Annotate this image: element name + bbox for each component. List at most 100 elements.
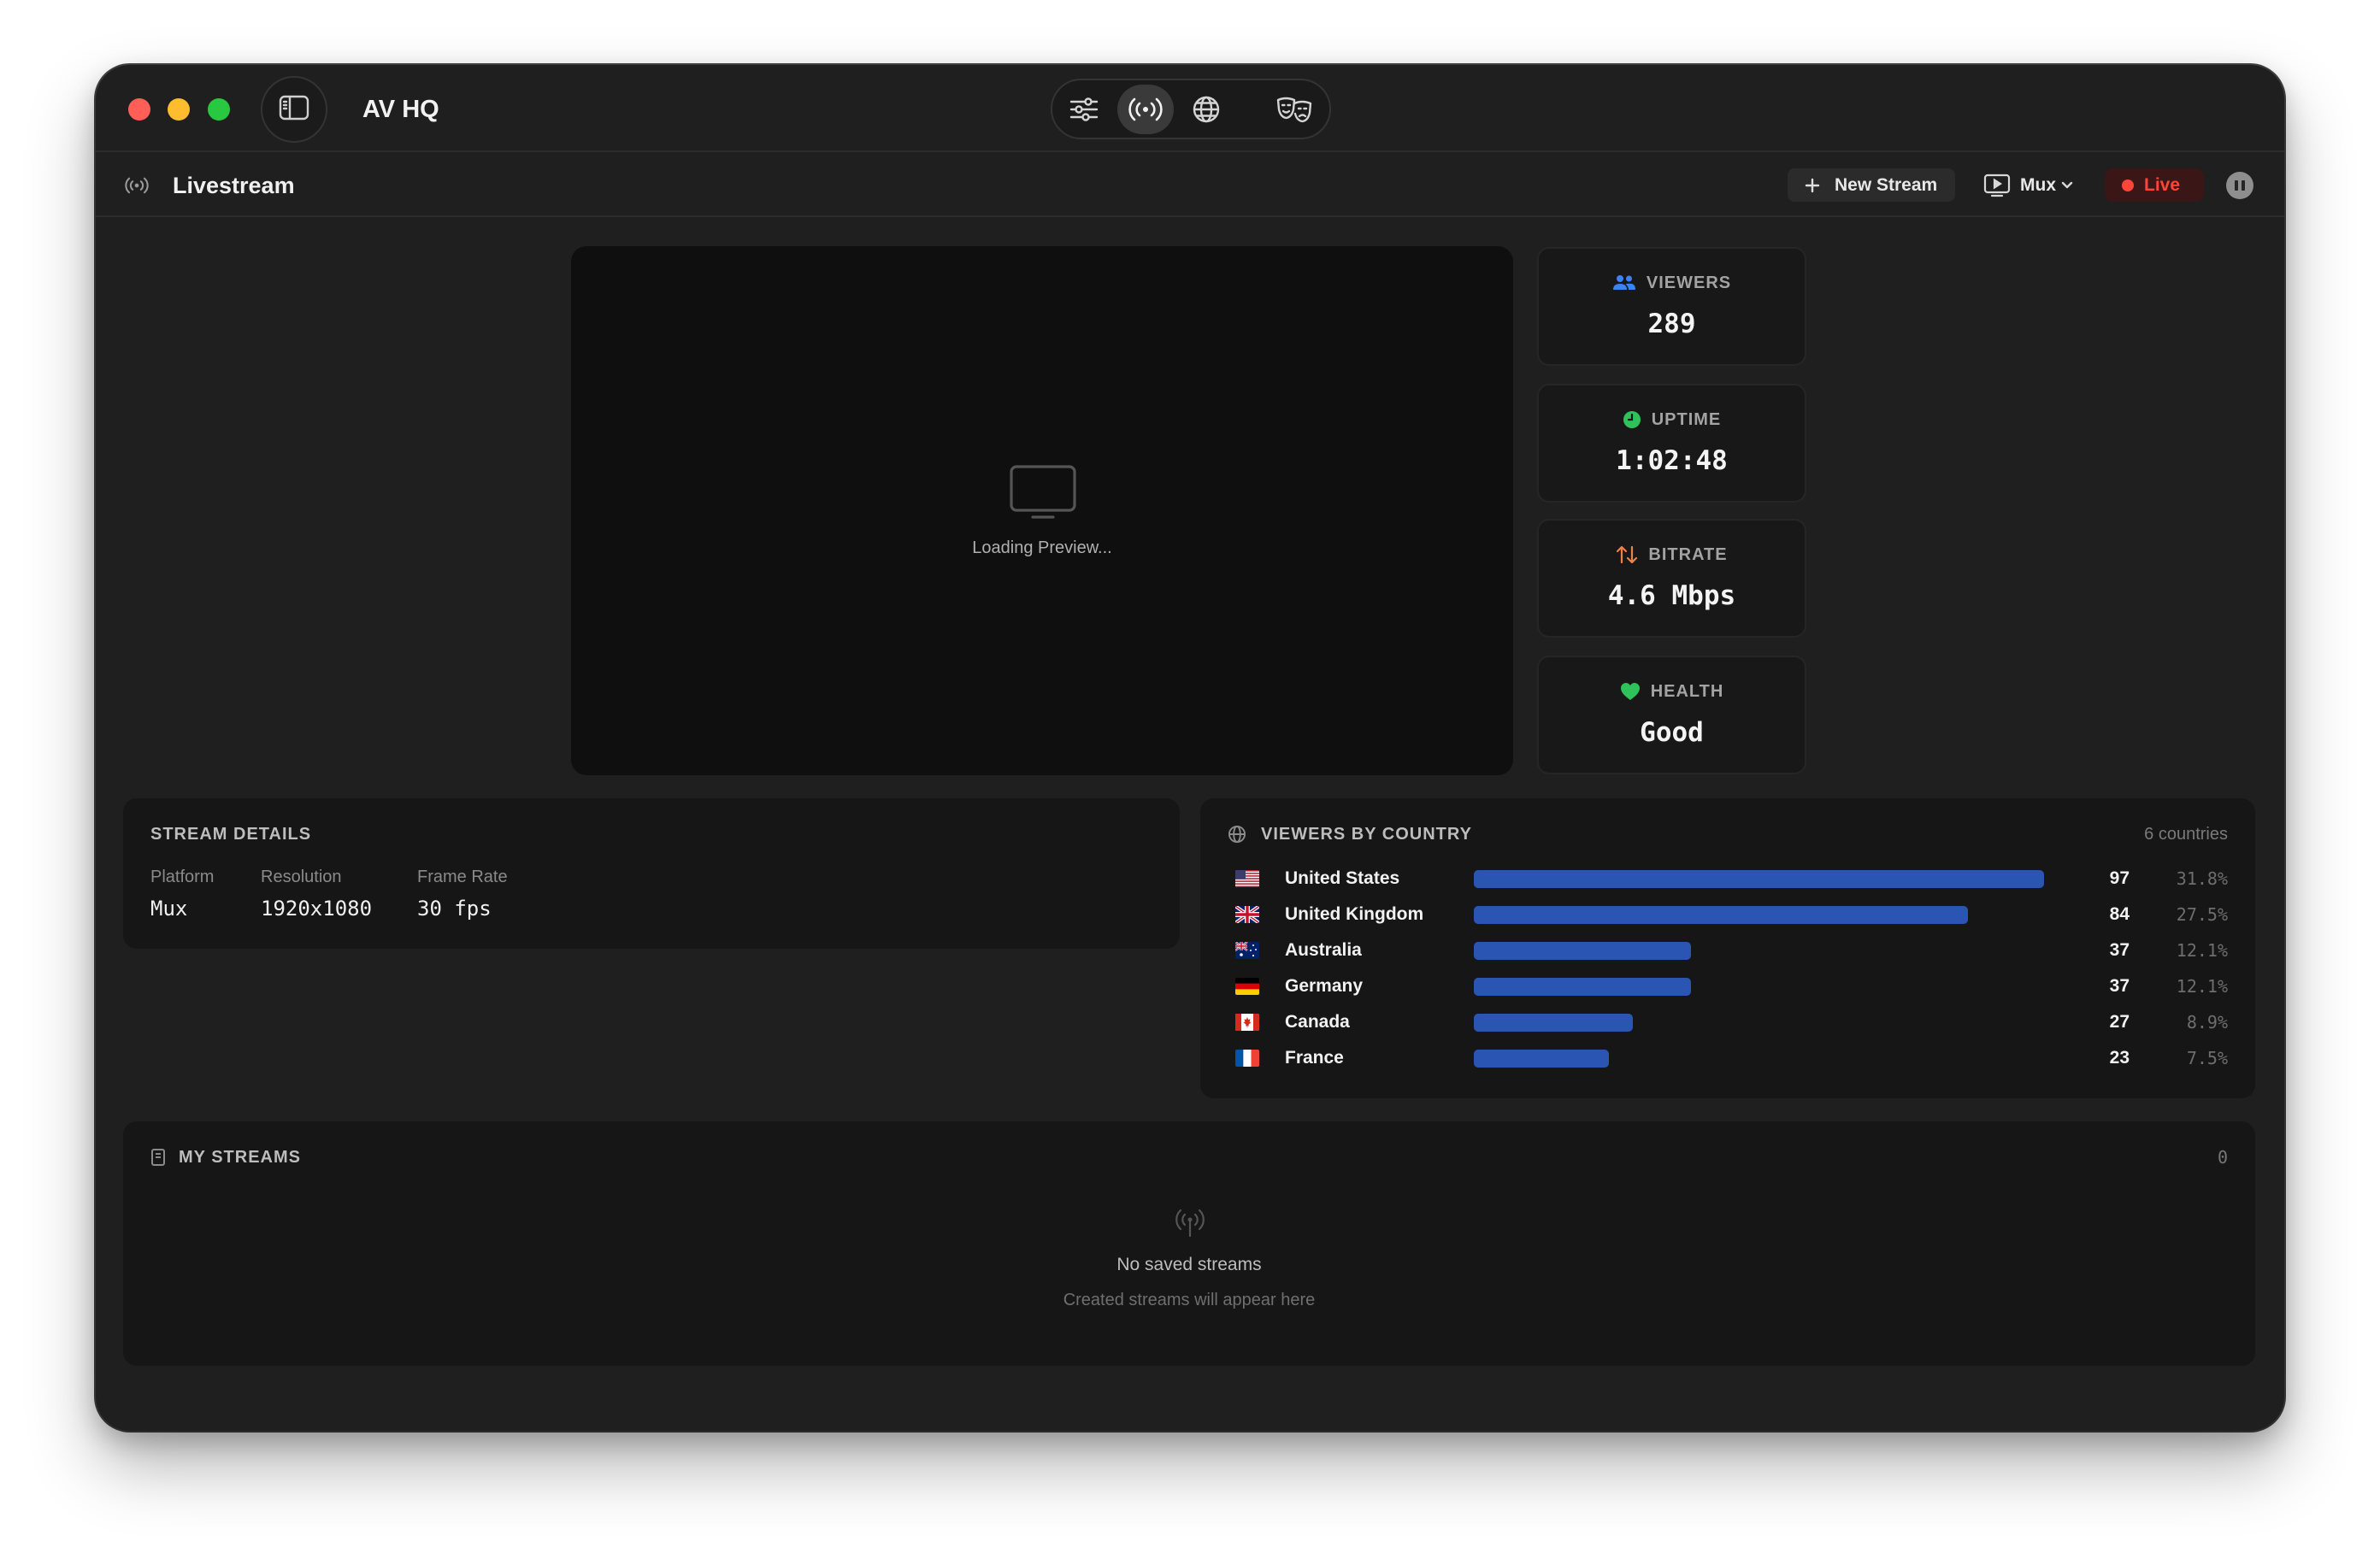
country-bar bbox=[1474, 869, 2044, 888]
country-percent: 27.5% bbox=[2176, 904, 2228, 925]
app-title: AV HQ bbox=[362, 96, 439, 123]
play-screen-icon bbox=[1983, 174, 2011, 197]
broadcast-icon bbox=[123, 176, 150, 195]
country-bar bbox=[1474, 905, 1968, 924]
clock-icon bbox=[1623, 410, 1641, 429]
live-label: Live bbox=[2144, 175, 2181, 195]
stream-details-card: STREAM DETAILS Platform Mux Resolution 1… bbox=[123, 798, 1180, 949]
stat-label: VIEWERS bbox=[1646, 274, 1732, 292]
card-title: STREAM DETAILS bbox=[150, 825, 312, 844]
live-dot-icon bbox=[2122, 179, 2134, 191]
viewers-by-country-card: VIEWERS BY COUNTRY 6 countries United St… bbox=[1200, 798, 2255, 1098]
app-window: AV HQ Livestream New Stream Mux Live Loa… bbox=[96, 65, 2284, 1431]
country-percent: 12.1% bbox=[2176, 976, 2228, 997]
flag-ca-icon bbox=[1235, 1014, 1259, 1031]
card-title: VIEWERS BY COUNTRY bbox=[1261, 825, 1472, 844]
card-title: MY STREAMS bbox=[179, 1148, 301, 1167]
broadcast-icon[interactable] bbox=[1126, 96, 1165, 123]
country-bar bbox=[1474, 977, 1692, 996]
country-percent: 12.1% bbox=[2176, 940, 2228, 961]
country-percent: 31.8% bbox=[2176, 868, 2228, 889]
health-value: Good bbox=[1640, 717, 1704, 748]
country-count: 6 countries bbox=[2144, 825, 2228, 844]
flag-au-icon bbox=[1235, 942, 1259, 959]
flag-us-icon bbox=[1235, 870, 1259, 887]
plus-icon bbox=[1805, 178, 1820, 193]
live-status-badge[interactable]: Live bbox=[2105, 168, 2204, 202]
loading-preview-text: Loading Preview... bbox=[972, 538, 1112, 557]
uptime-value: 1:02:48 bbox=[1616, 445, 1728, 476]
country-percent: 7.5% bbox=[2186, 1048, 2228, 1068]
country-name: Canada bbox=[1285, 1012, 1350, 1032]
streams-count: 0 bbox=[2217, 1147, 2228, 1168]
country-name: Australia bbox=[1285, 940, 1362, 960]
platform-dropdown[interactable]: Mux bbox=[1983, 168, 2077, 202]
document-icon bbox=[150, 1148, 166, 1167]
stream-preview: Loading Preview... bbox=[571, 246, 1513, 775]
globe-icon[interactable] bbox=[1192, 95, 1221, 124]
bitrate-stat-card: BITRATE 4.6 Mbps bbox=[1537, 519, 1806, 638]
empty-state-title: No saved streams bbox=[1116, 1255, 1262, 1274]
title-bar: AV HQ bbox=[96, 65, 2284, 152]
country-bar bbox=[1474, 941, 1692, 960]
stat-label: BITRATE bbox=[1648, 545, 1728, 564]
platform-label: Mux bbox=[2020, 175, 2056, 195]
stat-label: HEALTH bbox=[1650, 682, 1724, 701]
country-viewers: 97 bbox=[2109, 868, 2130, 888]
new-stream-label: New Stream bbox=[1835, 175, 1938, 195]
page-header: Livestream New Stream Mux Live bbox=[96, 152, 2284, 217]
country-name: United Kingdom bbox=[1285, 904, 1424, 924]
flag-gb-icon bbox=[1235, 906, 1259, 923]
country-row: France 23 7.5% bbox=[1200, 1045, 2255, 1071]
flag-de-icon bbox=[1235, 978, 1259, 995]
sidebar-toggle-button[interactable] bbox=[261, 76, 327, 143]
frame-rate-value: 30 fps bbox=[417, 897, 492, 921]
country-row: Australia 37 12.1% bbox=[1200, 938, 2255, 963]
close-window-button[interactable] bbox=[128, 98, 150, 121]
monitor-icon bbox=[1009, 464, 1077, 521]
pause-button[interactable] bbox=[2226, 172, 2253, 199]
sliders-icon[interactable] bbox=[1069, 96, 1099, 123]
globe-icon bbox=[1228, 825, 1246, 844]
view-switcher bbox=[1051, 79, 1331, 139]
resolution-value: 1920x1080 bbox=[261, 897, 373, 921]
empty-state-subtitle: Created streams will appear here bbox=[1063, 1291, 1316, 1309]
heart-icon bbox=[1620, 682, 1641, 701]
country-viewers: 37 bbox=[2109, 976, 2130, 996]
platform-label: Platform bbox=[150, 868, 215, 886]
sidebar-icon bbox=[279, 95, 309, 125]
country-viewers: 27 bbox=[2109, 1012, 2130, 1032]
country-viewers: 23 bbox=[2109, 1048, 2130, 1068]
viewers-value: 289 bbox=[1647, 309, 1696, 339]
my-streams-card: MY STREAMS 0 No saved streams Created st… bbox=[123, 1121, 2255, 1366]
country-name: United States bbox=[1285, 868, 1400, 888]
antenna-icon bbox=[1175, 1208, 1205, 1238]
frame-rate-label: Frame Rate bbox=[417, 868, 508, 886]
country-bar bbox=[1474, 1049, 1610, 1068]
new-stream-button[interactable]: New Stream bbox=[1788, 168, 1955, 202]
zoom-window-button[interactable] bbox=[208, 98, 230, 121]
stat-label: UPTIME bbox=[1651, 410, 1722, 429]
country-name: Germany bbox=[1285, 976, 1364, 996]
bitrate-value: 4.6 Mbps bbox=[1607, 580, 1736, 611]
country-percent: 8.9% bbox=[2186, 1012, 2228, 1032]
country-row: United Kingdom 84 27.5% bbox=[1200, 902, 2255, 927]
chevron-down-icon bbox=[2061, 181, 2073, 190]
health-stat-card: HEALTH Good bbox=[1537, 656, 1806, 774]
country-row: United States 97 31.8% bbox=[1200, 866, 2255, 891]
arrows-up-down-icon bbox=[1616, 544, 1638, 565]
country-viewers: 84 bbox=[2109, 904, 2130, 924]
users-icon bbox=[1612, 274, 1636, 291]
country-row: Canada 27 8.9% bbox=[1200, 1009, 2255, 1035]
theater-masks-icon[interactable] bbox=[1275, 95, 1313, 124]
flag-fr-icon bbox=[1235, 1050, 1259, 1067]
viewers-stat-card: VIEWERS 289 bbox=[1537, 247, 1806, 366]
country-bar bbox=[1474, 1013, 1633, 1032]
country-viewers: 37 bbox=[2109, 940, 2130, 960]
platform-value: Mux bbox=[150, 897, 188, 921]
page-title: Livestream bbox=[173, 173, 295, 198]
country-name: France bbox=[1285, 1048, 1344, 1068]
minimize-window-button[interactable] bbox=[168, 98, 190, 121]
country-row: Germany 37 12.1% bbox=[1200, 974, 2255, 999]
uptime-stat-card: UPTIME 1:02:48 bbox=[1537, 384, 1806, 503]
